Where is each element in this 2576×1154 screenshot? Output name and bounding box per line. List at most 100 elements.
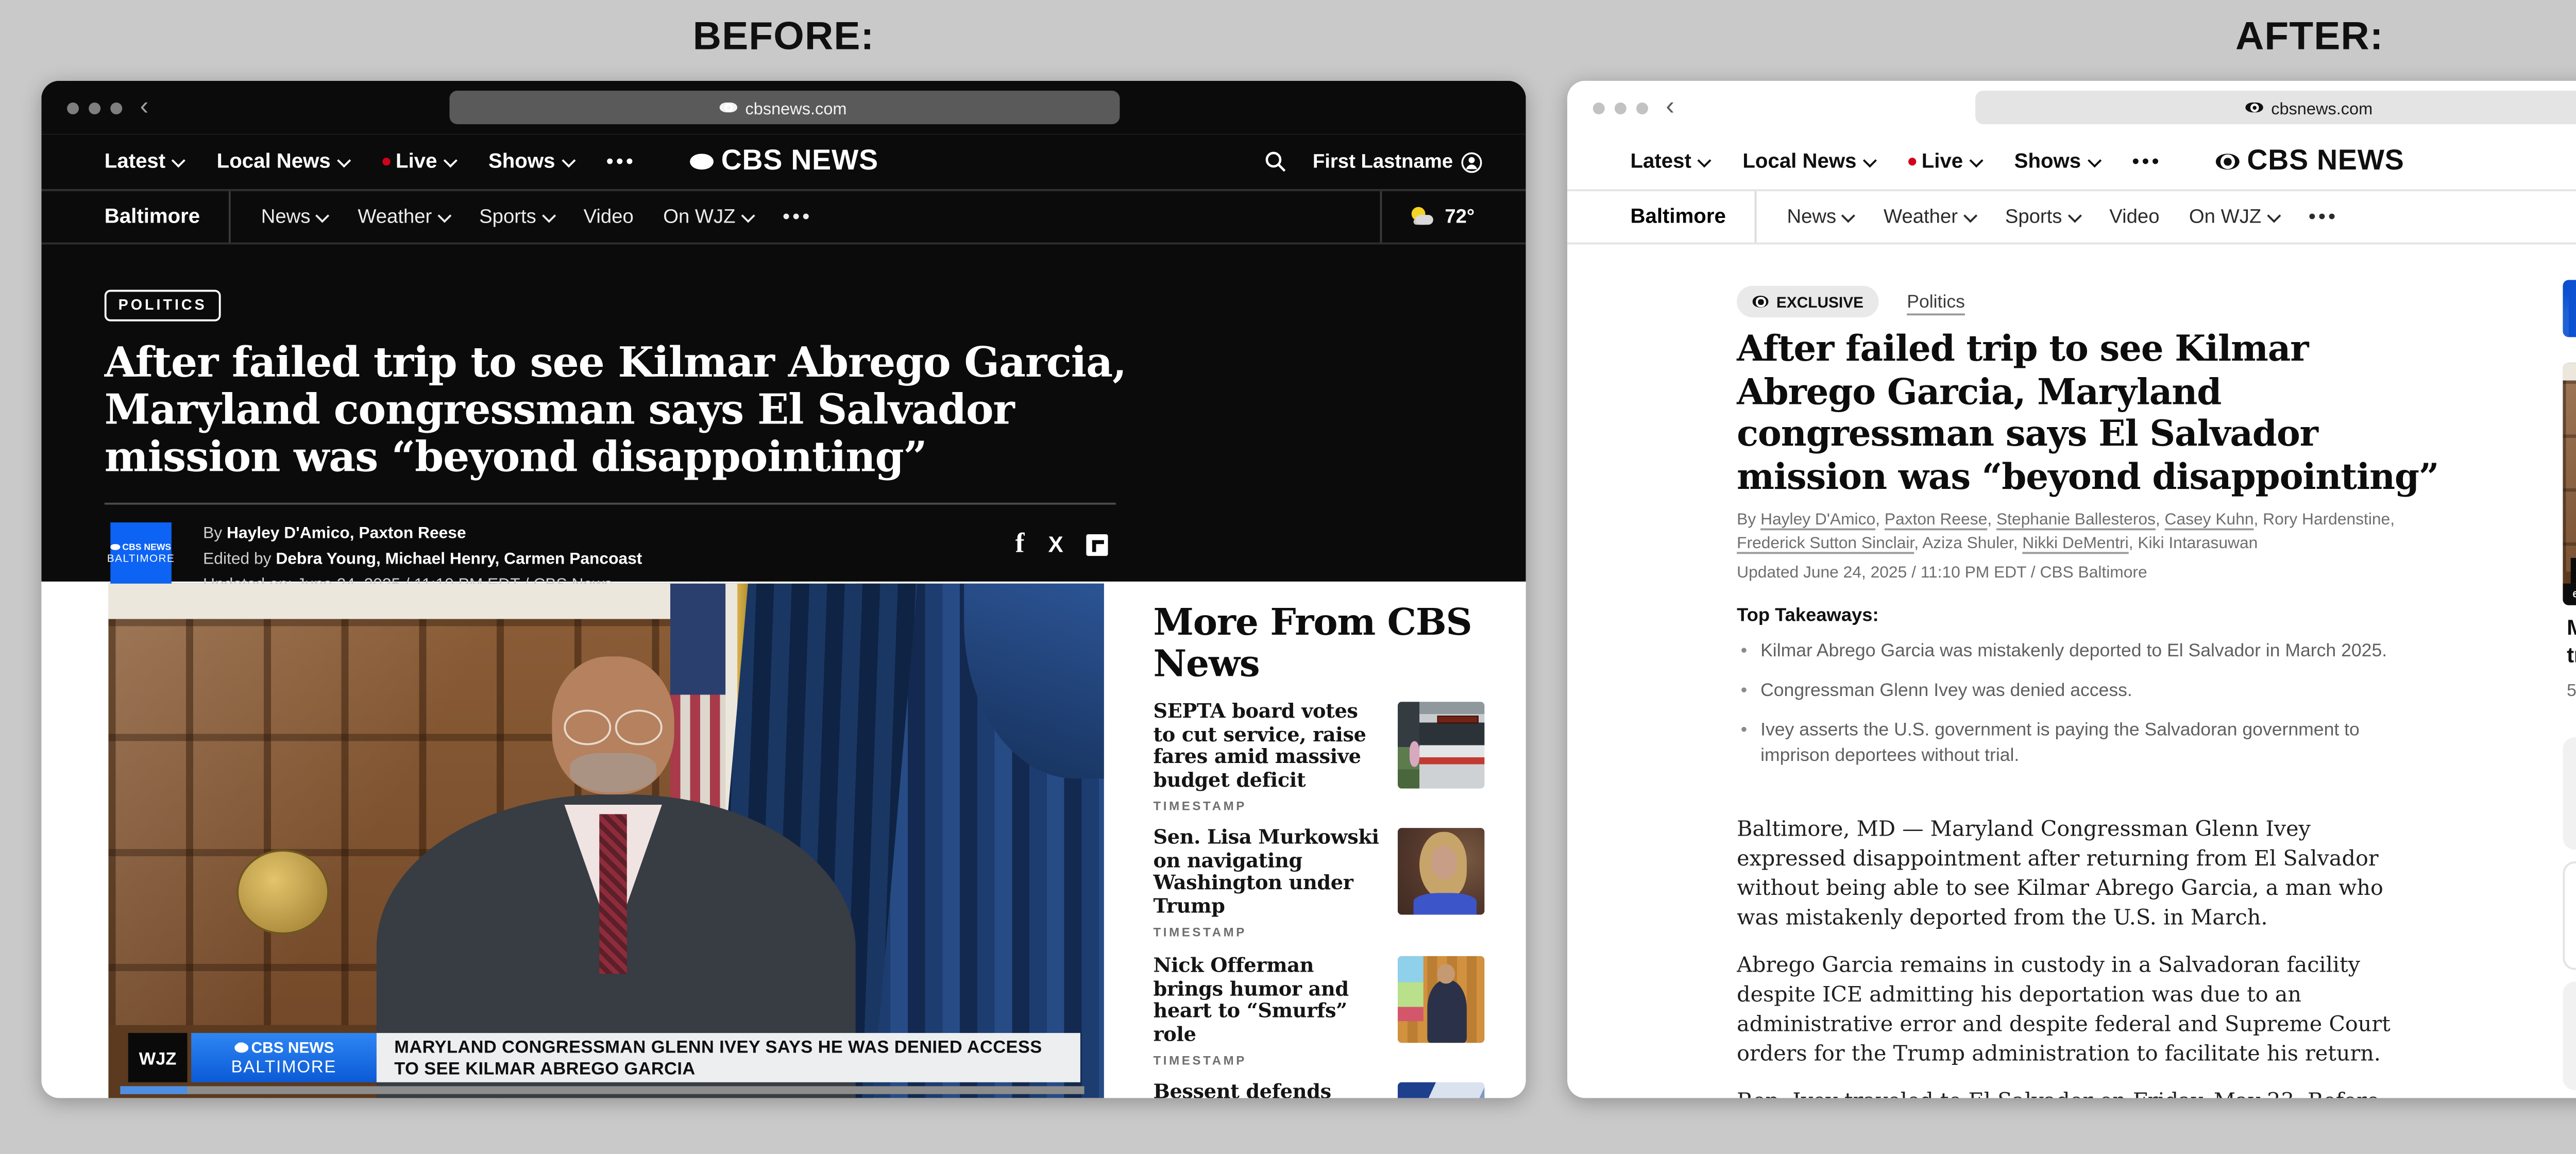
chevron-down-icon	[741, 208, 755, 222]
nav-item-local-news[interactable]: Local News	[1742, 150, 1874, 174]
septa-bus-thumbnail	[1398, 702, 1484, 788]
video-caption[interactable]: Maryland congressman talks about failed …	[2567, 617, 2576, 670]
article-video-player[interactable]: WJZ CBS NEWS BALTIMORE MARYLAND CONGRESS…	[108, 584, 1104, 1098]
chevron-down-icon	[542, 208, 556, 222]
address-bar[interactable]: cbsnews.com	[1974, 91, 2576, 124]
x-icon[interactable]: X	[1048, 533, 1063, 557]
item-timestamp: TIMESTAMP	[1154, 801, 1382, 815]
nav-item-shows[interactable]: Shows	[2014, 150, 2099, 174]
subnav-links: Baltimore News Weather Sports Video On W…	[105, 191, 812, 242]
item-title: Nick Offerman brings humor and heart to …	[1154, 956, 1382, 1047]
local-subnav: Baltimore News Weather Sports Video On W…	[1567, 189, 2576, 244]
cbs-eye-icon	[720, 101, 737, 113]
subnav-item-sports[interactable]: Sports	[2005, 206, 2080, 228]
nav-item-shows[interactable]: Shows	[488, 150, 573, 174]
wjz-logo: WJZ	[128, 1033, 188, 1082]
search-icon[interactable]	[1263, 150, 1287, 174]
close-window-icon[interactable]	[1593, 103, 1605, 114]
subnav-item-on-wjz[interactable]: On WJZ	[2189, 206, 2279, 228]
author-link[interactable]: Nikki DeMentri	[2022, 532, 2128, 552]
address-bar[interactable]: cbsnews.com	[449, 91, 1119, 124]
before-browser-window: ‹ cbsnews.com Latest Local News Live Sho…	[41, 81, 1526, 1098]
cbs-eye-icon	[2246, 101, 2263, 113]
nav-item-local-news[interactable]: Local News	[217, 150, 349, 174]
subnav-item-sports[interactable]: Sports	[479, 206, 554, 228]
article-headline: After failed trip to see Kilmar Abrego G…	[1737, 329, 2443, 499]
account-menu[interactable]: First Lastname	[1313, 151, 1483, 173]
nav-more-menu[interactable]: •••	[2132, 151, 2162, 173]
body-paragraph-clipped: Rep. Ivey traveled to El Salvador on Fri…	[1737, 1086, 2423, 1098]
subnav-item-video[interactable]: Video	[584, 206, 634, 228]
politics-tag[interactable]: POLITICS	[105, 289, 221, 320]
live-dot-icon	[1908, 158, 1916, 165]
subnav-item-news[interactable]: News	[261, 206, 328, 228]
cbs-news-logo[interactable]: CBS NEWS	[689, 146, 878, 177]
minimize-window-icon[interactable]	[1615, 103, 1626, 114]
author-link[interactable]: Frederick Sutton Sinclair	[1737, 532, 1914, 552]
cbs-eye-icon	[111, 544, 120, 550]
back-icon[interactable]: ‹	[140, 91, 149, 120]
window-controls[interactable]	[1593, 103, 1648, 114]
cbs-eye-icon	[2215, 153, 2239, 170]
flipboard-icon[interactable]	[1087, 534, 1109, 556]
broadcast-bottom-bar: 6:05 PM PARKVILLE WED61°|THU78°|FRI78°|S…	[2563, 584, 2576, 605]
subnav-links: Baltimore News Weather Sports Video On W…	[1631, 191, 2338, 242]
chevron-down-icon	[561, 152, 575, 166]
chevron-down-icon	[172, 152, 185, 166]
back-icon[interactable]: ‹	[1666, 91, 1674, 120]
subnav-item-on-wjz[interactable]: On WJZ	[663, 206, 753, 228]
chevron-down-icon	[438, 208, 452, 222]
list-item[interactable]: Bessent defends tariff policy as retaile…	[1154, 1082, 1489, 1098]
chevron-down-icon	[1969, 152, 1983, 166]
subnav-more-menu[interactable]: •••	[2309, 206, 2338, 228]
nav-item-live[interactable]: Live	[382, 150, 455, 174]
cbs-baltimore-banner[interactable]: CBS NEWS BALTIMORE	[2563, 280, 2576, 337]
item-timestamp: TIMESTAMP	[1154, 1056, 1382, 1070]
list-item[interactable]: Nick Offerman brings humor and heart to …	[1154, 956, 1489, 1070]
list-item[interactable]: Sen. Lisa Murkowski on navigating Washin…	[1154, 828, 1489, 941]
offerman-thumbnail	[1398, 956, 1484, 1043]
window-controls[interactable]	[67, 103, 122, 114]
sidebar-card-offerman[interactable]: CBS SATURDAY MORNING Nick Offerman bring…	[2563, 982, 2576, 1090]
chevron-down-icon	[1862, 152, 1876, 166]
subnav-item-weather[interactable]: Weather	[1884, 206, 1975, 228]
broadcast-time: 6:05 PM	[2573, 589, 2576, 599]
maximize-window-icon[interactable]	[110, 103, 122, 114]
subnav-city[interactable]: Baltimore	[105, 205, 200, 229]
studio-thumbnail	[1398, 1082, 1484, 1098]
maximize-window-icon[interactable]	[1636, 103, 1648, 114]
minimize-window-icon[interactable]	[89, 103, 100, 114]
weather-widget[interactable]: 72°	[1380, 191, 1526, 242]
more-from-cbs-sidebar: More From CBS News SEPTA board votes to …	[1154, 605, 1489, 686]
chevron-down-icon	[2068, 208, 2082, 222]
nav-more-menu[interactable]: •••	[606, 151, 636, 173]
subnav-more-menu[interactable]: •••	[783, 206, 812, 228]
sidebar-card-septa[interactable]: CBS PHILADELPHIA SEPTA board votes to cu…	[2563, 737, 2576, 850]
nav-item-latest[interactable]: Latest	[1631, 150, 1709, 174]
author-link[interactable]: Stephanie Ballesteros	[1996, 508, 2156, 528]
subnav-city[interactable]: Baltimore	[1631, 205, 1726, 229]
video-meta: 5m ago (02:05)	[2567, 680, 2576, 700]
account-name: First Lastname	[1313, 151, 1453, 173]
nav-item-live[interactable]: Live	[1908, 150, 1981, 174]
takeaways-title: Top Takeaways:	[1737, 605, 1878, 627]
article-header: POLITICS After failed trip to see Kilmar…	[41, 244, 1526, 581]
close-window-icon[interactable]	[67, 103, 79, 114]
byline-authors: By Hayley D'Amico, Paxton Reese	[203, 519, 1526, 545]
author-link[interactable]: Hayley D'Amico	[1760, 508, 1875, 528]
cbs-news-logo[interactable]: CBS NEWS	[2215, 146, 2404, 177]
video-progress-bar[interactable]	[120, 1086, 1084, 1094]
subnav-item-news[interactable]: News	[1787, 206, 1854, 228]
chevron-down-icon	[336, 152, 350, 166]
subnav-item-weather[interactable]: Weather	[358, 206, 449, 228]
nav-item-latest[interactable]: Latest	[105, 150, 183, 174]
sidebar-card-murkowski[interactable]: AMERICA DECIDES Sen. Lisa Murkowski on n…	[2563, 861, 2576, 970]
author-link[interactable]: Casey Kuhn	[2165, 508, 2254, 528]
sidebar-video-player[interactable]: WJZ CBS NEWS BALTIMORE MARYLAND CONGRESS…	[2563, 363, 2576, 605]
list-item[interactable]: SEPTA board votes to cut service, raise …	[1154, 702, 1489, 815]
politics-link[interactable]: Politics	[1907, 292, 1965, 311]
author-link[interactable]: Paxton Reese	[1885, 508, 1987, 528]
main-nav: Latest Local News Live Shows ••• CBS NEW…	[41, 134, 1526, 189]
subnav-item-video[interactable]: Video	[2109, 206, 2159, 228]
facebook-icon[interactable]: f	[1015, 533, 1025, 557]
